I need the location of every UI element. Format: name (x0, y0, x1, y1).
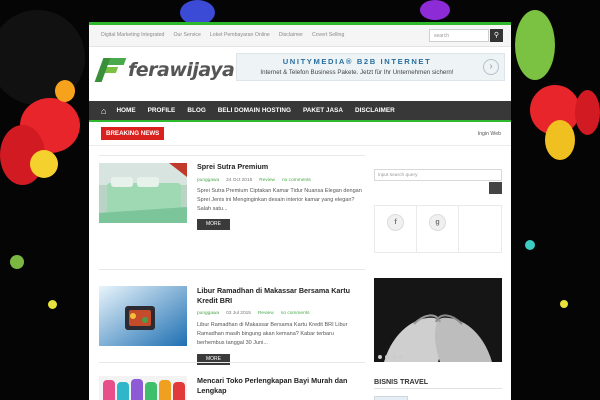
ad-title: UNITYMEDIA® B2B INTERNET (282, 57, 432, 66)
top-bar: Digital Marketing Integrated Our Service… (89, 25, 511, 47)
post-date: 24 Oct 2015 (226, 178, 253, 183)
slider-dots (378, 355, 403, 359)
post-comments[interactable]: no comments (281, 311, 310, 316)
google-plus-icon[interactable]: g (429, 214, 446, 231)
breaking-news-bar: BREAKING NEWS Ingin Web (89, 122, 511, 146)
breaking-news-ticker[interactable]: Ingin Web (478, 131, 501, 137)
sidebar-thumbnail[interactable] (374, 396, 408, 400)
image-slider[interactable] (374, 278, 502, 362)
more-button[interactable]: MORE (197, 219, 230, 230)
slider-dot[interactable] (392, 355, 396, 359)
website-page: Digital Marketing Integrated Our Service… (89, 22, 511, 400)
main-navigation: ⌂ HOME PROFILE BLOG BELI DOMAIN HOSTING … (89, 101, 511, 122)
nav-item-domain-hosting[interactable]: BELI DOMAIN HOSTING (218, 107, 291, 114)
post-date: 03 Jul 2015 (226, 311, 251, 316)
post-author[interactable]: punggawa (197, 311, 219, 316)
social-cell-google: g (417, 206, 459, 252)
top-link-digital-marketing[interactable]: Digital Marketing Integrated (101, 32, 164, 38)
top-link-loket[interactable]: Loket Pembayaran Online (210, 32, 270, 38)
chevron-right-icon[interactable]: › (483, 59, 499, 75)
top-link-disclaimer[interactable]: Disclaimer (279, 32, 303, 38)
post-category[interactable]: Review (259, 178, 275, 183)
post-author[interactable]: punggawa (197, 178, 219, 183)
home-icon[interactable]: ⌂ (101, 106, 106, 116)
slider-dot[interactable] (378, 355, 382, 359)
logo-mark (94, 56, 127, 84)
nav-item-profile[interactable]: PROFILE (148, 107, 176, 114)
list-item: Mencari Toko Perlengkapan Bayi Murah dan… (99, 362, 365, 400)
sidebar-search-button[interactable] (489, 182, 502, 194)
top-links: Digital Marketing Integrated Our Service… (101, 32, 344, 38)
post-thumbnail[interactable] (99, 286, 187, 346)
top-link-our-service[interactable]: Our Service (173, 32, 200, 38)
nav-item-disclaimer[interactable]: DISCLAIMER (355, 107, 395, 114)
nav-item-home[interactable]: HOME (116, 107, 135, 114)
social-cell-facebook: f (375, 206, 417, 252)
post-meta: punggawa 24 Oct 2015 Review no comments (197, 178, 311, 183)
site-header: ferawijaya UNITYMEDIA® B2B INTERNET Inte… (89, 47, 511, 101)
social-links: f g (374, 205, 502, 253)
slider-dot[interactable] (399, 355, 403, 359)
post-excerpt: Sprei Sutra Premium Ciptakan Kamar Tidur… (197, 188, 362, 212)
post-category[interactable]: Review (258, 311, 274, 316)
post-title[interactable]: Libur Ramadhan di Makassar Bersama Kartu… (197, 286, 359, 305)
facebook-icon[interactable]: f (387, 214, 404, 231)
nav-item-blog[interactable]: BLOG (187, 107, 205, 114)
top-search-input[interactable]: search (429, 29, 489, 42)
post-title[interactable]: Sprei Sutra Premium (197, 162, 359, 172)
site-logo[interactable]: ferawijaya (94, 56, 235, 84)
slider-dot[interactable] (385, 355, 389, 359)
sidebar-search-input[interactable]: input search query (374, 169, 502, 181)
search-icon[interactable]: ⚲ (490, 29, 503, 42)
logo-text: ferawijaya (128, 59, 235, 81)
social-cell-empty (459, 206, 501, 252)
post-title[interactable]: Mencari Toko Perlengkapan Bayi Murah dan… (197, 376, 359, 395)
post-excerpt: Libur Ramadhan di Makassar Bersama Kartu… (197, 322, 348, 346)
post-thumbnail[interactable] (99, 163, 187, 223)
nav-item-paket-jasa[interactable]: PAKET JASA (303, 107, 343, 114)
ad-banner[interactable]: UNITYMEDIA® B2B INTERNET Internet & Tele… (236, 53, 505, 81)
divider (374, 388, 502, 389)
list-item: Libur Ramadhan di Makassar Bersama Kartu… (99, 258, 365, 365)
list-item: Sprei Sutra Premium punggawa 24 Oct 2015… (99, 155, 365, 257)
top-link-covert-selling[interactable]: Covert Selling (312, 32, 344, 38)
ad-subtitle: Internet & Telefon Business Pakete. Jetz… (260, 69, 454, 76)
post-comments[interactable]: no comments (282, 178, 311, 183)
post-thumbnail[interactable] (99, 376, 187, 400)
sidebar-heading: BISNIS TRAVEL (374, 377, 429, 386)
breaking-news-label: BREAKING NEWS (101, 127, 165, 140)
post-meta: punggawa 03 Jul 2015 Review no comments (197, 311, 309, 316)
